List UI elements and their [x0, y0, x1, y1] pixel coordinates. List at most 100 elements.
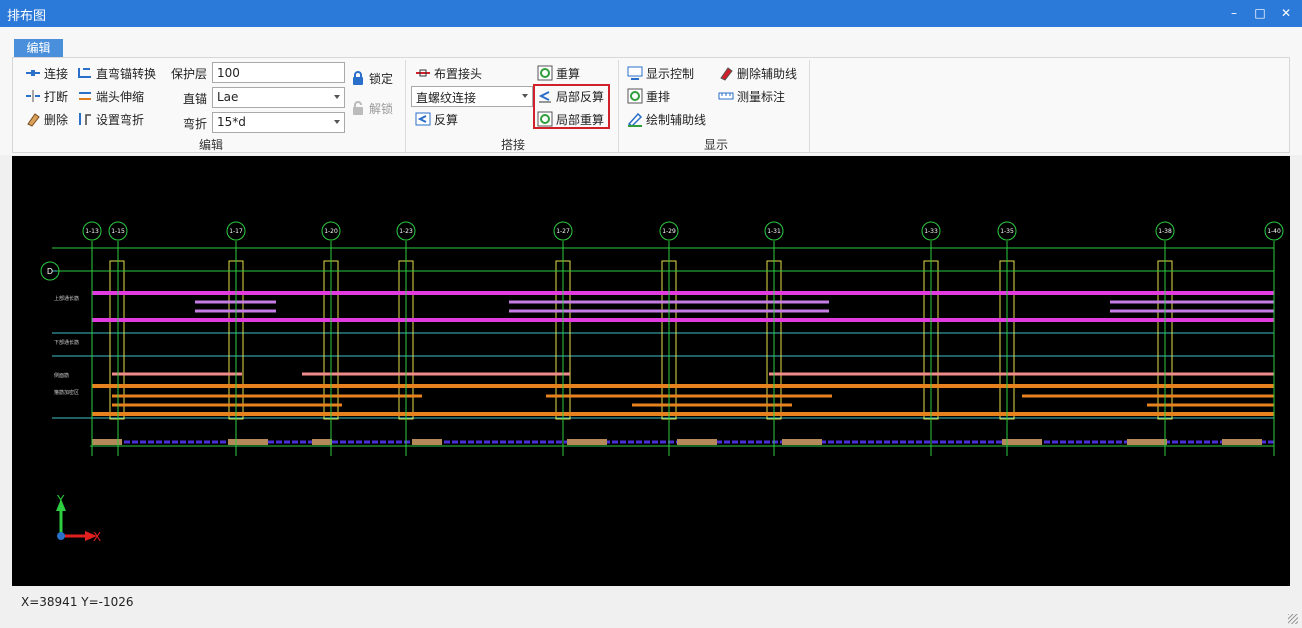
- group-label-edit: 编辑: [198, 138, 223, 152]
- axis-label: 1-17: [229, 228, 243, 235]
- row-label: 箍筋加密区: [54, 389, 79, 396]
- connect-label: 连接: [44, 66, 69, 81]
- unlock-button[interactable]: 解锁: [350, 98, 393, 118]
- straight-anchor-select[interactable]: Lae: [212, 87, 345, 108]
- row-label: 上部通长筋: [54, 295, 79, 302]
- reverse-calc-icon: [415, 111, 431, 127]
- stretch-icon: [77, 88, 93, 104]
- ribbon: 编辑 连接 打断 删除 直弯锚转换 端头伸缩 设置弯折 保护层 直锚: [0, 27, 1302, 155]
- joint-type-select[interactable]: 直螺纹连接: [411, 86, 533, 107]
- bend-select[interactable]: 15*d: [212, 112, 345, 133]
- lock-label: 锁定: [369, 71, 394, 86]
- cover-input[interactable]: [212, 62, 345, 83]
- axis-label-left: D: [47, 267, 53, 276]
- ribbon-panel: 连接 打断 删除 直弯锚转换 端头伸缩 设置弯折 保护层 直锚 Lae 弯折: [12, 57, 1290, 153]
- ucs-y-label: Y: [56, 493, 65, 507]
- display-control-button[interactable]: 显示控制: [627, 63, 694, 83]
- tab-edit[interactable]: 编辑: [14, 39, 63, 57]
- rebar-drawing: 1-13 1-15 1-17 1-20 1-23 1-27 1-29 1-31 …: [40, 221, 1284, 544]
- delete-button[interactable]: 删除: [25, 109, 68, 129]
- end-stretch-button[interactable]: 端头伸缩: [77, 86, 144, 106]
- connect-button[interactable]: 连接: [25, 63, 68, 83]
- place-joint-label: 布置接头: [434, 66, 483, 81]
- break-label: 打断: [44, 89, 69, 104]
- recalc-button[interactable]: 重算: [537, 63, 580, 83]
- rearrange-button[interactable]: 重排: [627, 86, 670, 106]
- straight-anchor-value: Lae: [217, 90, 239, 104]
- draw-aux-line-label: 绘制辅助线: [646, 112, 707, 127]
- axis-label: 1-20: [324, 228, 338, 235]
- ucs-x-label: X: [93, 530, 101, 544]
- axis-label: 1-13: [85, 228, 99, 235]
- place-joint-button[interactable]: 布置接头: [415, 63, 482, 83]
- lock-button[interactable]: 锁定: [350, 68, 393, 88]
- group-label-splice: 搭接: [500, 138, 525, 152]
- eraser-icon: [25, 111, 41, 127]
- set-bend-button[interactable]: 设置弯折: [77, 109, 144, 129]
- end-stretch-label: 端头伸缩: [96, 89, 145, 104]
- connect-icon: [25, 65, 41, 81]
- status-bar: X=38941 Y=-1026: [0, 586, 1302, 628]
- maximize-icon[interactable]: □: [1251, 4, 1269, 22]
- straight-anchor-label: 直锚: [182, 92, 207, 106]
- chevron-down-icon: [334, 120, 340, 124]
- minimize-icon[interactable]: –: [1225, 4, 1243, 22]
- joint-type-value: 直螺纹连接: [416, 91, 477, 105]
- group-separator: [405, 60, 406, 152]
- window-title: 排布图: [7, 9, 47, 24]
- axis-label: 1-40: [1267, 228, 1281, 235]
- bend-label: 弯折: [182, 117, 207, 131]
- highlight-box: [533, 84, 610, 129]
- axis-label: 1-15: [111, 228, 125, 235]
- row-label: 侧面筋: [54, 372, 69, 379]
- reverse-calc-button[interactable]: 反算: [415, 109, 458, 129]
- row-label: 下部通长筋: [54, 339, 79, 346]
- bend-icon: [77, 111, 93, 127]
- axis-label: 1-33: [924, 228, 938, 235]
- monitor-icon: [627, 65, 643, 81]
- close-icon[interactable]: ✕: [1277, 4, 1295, 22]
- measure-mark-button[interactable]: 测量标注: [718, 86, 785, 106]
- cover-label: 保护层: [170, 67, 207, 81]
- reverse-calc-label: 反算: [434, 112, 459, 127]
- axis-label: 1-31: [767, 228, 781, 235]
- axis-label: 1-29: [662, 228, 676, 235]
- straight-bend-convert-label: 直弯锚转换: [96, 66, 157, 81]
- break-button[interactable]: 打断: [25, 86, 68, 106]
- recalc-label: 重算: [556, 66, 581, 81]
- group-label-display: 显示: [703, 138, 728, 152]
- axis-label: 1-38: [1158, 228, 1172, 235]
- pencil-icon: [627, 111, 643, 127]
- axis-label: 1-23: [399, 228, 413, 235]
- unlock-icon: [350, 100, 366, 116]
- break-icon: [25, 88, 41, 104]
- anchor-convert-icon: [77, 65, 93, 81]
- joint-icon: [415, 65, 431, 81]
- drawing-canvas[interactable]: 1-13 1-15 1-17 1-20 1-23 1-27 1-29 1-31 …: [12, 156, 1290, 586]
- recalc-icon: [537, 65, 553, 81]
- straight-bend-convert-button[interactable]: 直弯锚转换: [77, 63, 156, 83]
- display-control-label: 显示控制: [646, 66, 695, 81]
- set-bend-label: 设置弯折: [96, 112, 145, 127]
- eraser-icon: [718, 65, 734, 81]
- measure-mark-label: 测量标注: [737, 89, 786, 104]
- delete-aux-line-label: 删除辅助线: [737, 66, 798, 81]
- axis-label: 1-35: [1000, 228, 1014, 235]
- group-separator: [809, 60, 810, 152]
- unlock-label: 解锁: [369, 101, 394, 116]
- title-bar: 排布图 – □ ✕: [0, 0, 1302, 27]
- ruler-icon: [718, 88, 734, 104]
- delete-label: 删除: [44, 112, 69, 127]
- bend-value: 15*d: [217, 115, 246, 129]
- lock-icon: [350, 70, 366, 86]
- delete-aux-line-button[interactable]: 删除辅助线: [718, 63, 797, 83]
- axis-label: 1-27: [556, 228, 570, 235]
- group-separator: [618, 60, 619, 152]
- chevron-down-icon: [522, 94, 528, 98]
- resize-grip-icon[interactable]: [1288, 614, 1298, 624]
- rearrange-label: 重排: [646, 89, 671, 104]
- coordinate-readout: X=38941 Y=-1026: [21, 595, 134, 609]
- draw-aux-line-button[interactable]: 绘制辅助线: [627, 109, 706, 129]
- chevron-down-icon: [334, 95, 340, 99]
- rearrange-icon: [627, 88, 643, 104]
